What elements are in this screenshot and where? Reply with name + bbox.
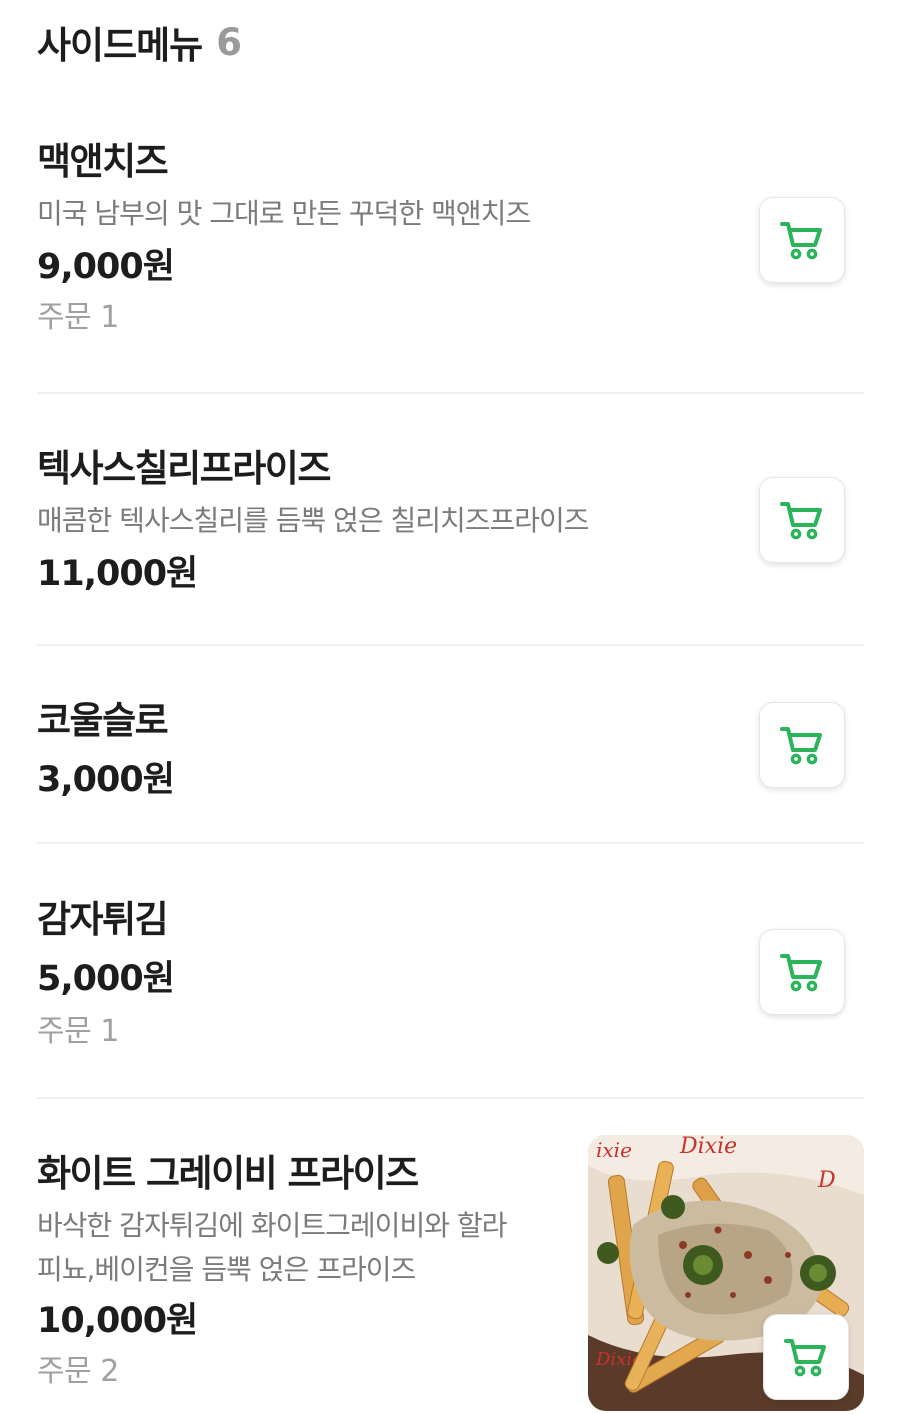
item-name: 코울슬로 [37,699,169,742]
menu-item-coleslaw[interactable]: 코울슬로 3,000원 [37,697,864,805]
add-to-cart-button[interactable] [759,702,845,788]
item-price: 3,000원 [37,760,175,800]
svg-text:D: D [817,1168,836,1193]
item-order-count: 주문 2 [37,1354,119,1389]
add-to-cart-button[interactable] [759,929,845,1015]
divider [37,392,864,394]
item-price: 11,000원 [37,554,198,594]
item-price: 9,000원 [37,247,175,287]
item-price: 10,000원 [37,1301,198,1341]
menu-item-white-gravy-fries[interactable]: 화이트 그레이비 프라이즈 바삭한 감자튀김에 화이트그레이비와 할라 피뇨,베… [37,1150,577,1394]
menu-item-texas-chili-fries[interactable]: 텍사스칠리프라이즈 매콤한 텍사스칠리를 듬뿍 얹은 칠리치즈프라이즈 11,0… [37,445,864,599]
add-to-cart-button[interactable] [759,197,845,283]
menu-item-mac-and-cheese[interactable]: 맥앤치즈 미국 남부의 맛 그대로 만든 꾸덕한 맥앤치즈 9,000원 주문 … [37,138,864,340]
item-order-count: 주문 1 [37,300,119,335]
divider [37,1097,864,1099]
item-order-count: 주문 1 [37,1014,119,1049]
add-to-cart-button[interactable] [763,1314,849,1400]
svg-text:Dixie: Dixie [679,1135,737,1159]
item-name: 감자튀김 [37,898,169,941]
item-description-line: 바삭한 감자튀김에 화이트그레이비와 할라 [37,1209,507,1242]
section-count: 6 [216,20,242,64]
item-description: 매콤한 텍사스칠리를 듬뿍 얹은 칠리치즈프라이즈 [37,504,590,537]
add-to-cart-button[interactable] [759,477,845,563]
shopping-cart-icon [777,947,827,997]
item-description: 미국 남부의 맛 그대로 만든 꾸덕한 맥앤치즈 [37,197,531,230]
item-description-line: 피뇨,베이컨을 듬뿍 얹은 프라이즈 [37,1253,416,1286]
menu-item-french-fries[interactable]: 감자튀김 5,000원 주문 1 [37,896,864,1054]
shopping-cart-icon [777,215,827,265]
svg-text:ixie: ixie [596,1138,632,1162]
section-header: 사이드메뉴 6 [37,14,242,70]
divider [37,842,864,844]
item-price: 5,000원 [37,959,175,999]
item-name: 텍사스칠리프라이즈 [37,447,331,490]
shopping-cart-icon [777,495,827,545]
shopping-cart-icon [781,1332,831,1382]
item-name: 화이트 그레이비 프라이즈 [37,1152,419,1195]
section-title: 사이드메뉴 [37,24,203,67]
shopping-cart-icon [777,720,827,770]
item-name: 맥앤치즈 [37,140,169,183]
divider [37,644,864,646]
